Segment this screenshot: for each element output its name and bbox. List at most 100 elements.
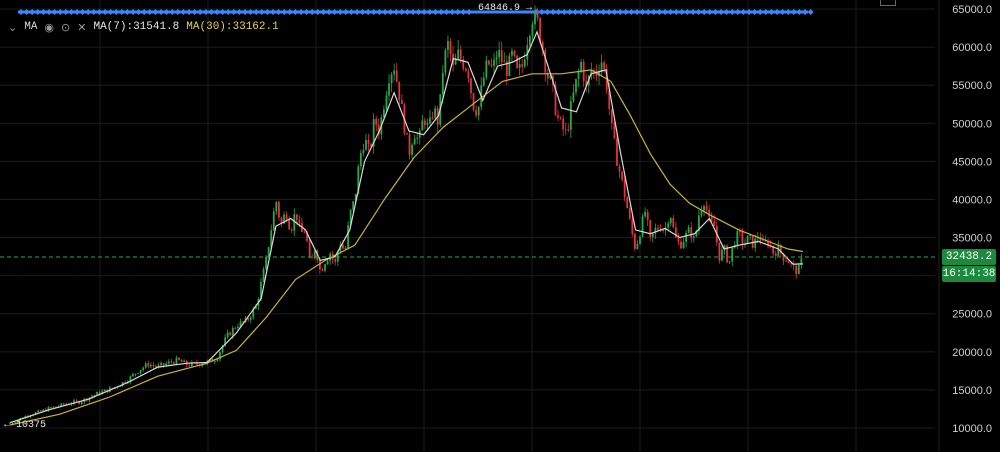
y-tick-label: 50000.0 <box>952 118 992 130</box>
candle-body <box>149 364 152 367</box>
candle-body <box>787 261 790 263</box>
candle-body <box>229 332 232 336</box>
candle-body <box>142 367 145 371</box>
indicator-legend: ⌄ MA ◉ ⊙ ✕ MA(7):31541.8 MA(30):33162.1 <box>8 19 279 35</box>
candle-body <box>444 50 447 73</box>
candle-body <box>170 361 173 363</box>
candle-body <box>367 139 370 145</box>
candle-body <box>365 139 367 150</box>
candle-body <box>311 257 314 259</box>
candle-body <box>265 256 267 269</box>
y-tick-label: 45000.0 <box>952 156 992 168</box>
candle-body <box>395 70 398 82</box>
toolbar-tab[interactable] <box>880 0 896 6</box>
candle-body <box>513 50 516 56</box>
candle-body <box>741 231 744 245</box>
candle-body <box>498 50 501 58</box>
candle-body <box>359 153 362 167</box>
candle-body <box>672 218 675 228</box>
candle-body <box>641 216 644 237</box>
candle-body <box>275 202 278 212</box>
candle-body <box>651 233 654 238</box>
candle-body <box>234 327 237 329</box>
candle-body <box>231 327 234 336</box>
candle-body <box>298 220 301 223</box>
candle-body <box>447 41 449 51</box>
candle-body <box>406 132 408 135</box>
candle-body <box>160 363 162 366</box>
candle-body <box>398 81 401 100</box>
candle-body <box>62 403 65 405</box>
settings-icon[interactable]: ⊙ <box>61 21 70 34</box>
current-price-badge: 32438.2 <box>942 249 996 266</box>
candle-body <box>459 49 462 60</box>
candle-body <box>139 370 142 374</box>
candle-body <box>495 57 498 60</box>
candle-body <box>677 237 680 242</box>
eye-icon[interactable]: ◉ <box>44 21 54 34</box>
candle-body <box>531 24 534 37</box>
candle-body <box>137 373 139 374</box>
candle-body <box>639 236 641 244</box>
candle-body <box>247 318 250 320</box>
candle-body <box>511 50 513 56</box>
close-icon[interactable]: ✕ <box>77 21 86 34</box>
candle-body <box>326 260 329 265</box>
candle-body <box>631 218 634 234</box>
candle-body <box>408 134 411 155</box>
candle-body <box>278 202 280 218</box>
candle-body <box>710 216 713 221</box>
candle-body <box>352 201 355 210</box>
candle-body <box>685 232 688 242</box>
candle-body <box>388 83 390 96</box>
candle-body <box>795 265 798 275</box>
candle-body <box>559 117 562 119</box>
candle-body <box>237 327 239 329</box>
price-chart[interactable]: 10000.015000.020000.025000.030000.035000… <box>0 0 1000 452</box>
candle-body <box>774 253 777 256</box>
candle-body <box>477 106 480 116</box>
candle-body <box>603 62 606 69</box>
candle-body <box>188 365 191 367</box>
candle-body <box>249 317 252 320</box>
candle-body <box>165 363 168 366</box>
candle-body <box>167 361 170 364</box>
candle-body <box>344 248 347 250</box>
candle-body <box>431 117 434 119</box>
candle-body <box>475 110 478 116</box>
candle-body <box>411 144 413 155</box>
candle-body <box>147 363 150 367</box>
y-tick-label: 20000.0 <box>952 347 992 359</box>
candle-body <box>173 362 175 364</box>
candle-body <box>503 61 506 63</box>
low-price-label: ← 10375 <box>4 420 47 431</box>
candle-body <box>441 72 444 95</box>
candle-body <box>416 137 419 139</box>
candle-body <box>213 360 216 362</box>
candle-body <box>580 61 583 72</box>
candle-body <box>132 374 134 377</box>
candle-body <box>736 231 739 245</box>
top-marker <box>807 9 814 15</box>
y-axis: 10000.015000.020000.025000.030000.035000… <box>938 0 992 452</box>
candle-body <box>646 211 649 221</box>
candle-body <box>600 62 603 72</box>
candle-body <box>628 208 631 219</box>
candle-body <box>705 206 708 210</box>
candle-body <box>362 149 365 154</box>
candlestick-series <box>9 5 803 425</box>
candle-body <box>623 179 626 198</box>
candle-body <box>39 410 42 412</box>
candle-body <box>649 220 652 238</box>
candle-body <box>662 230 664 231</box>
candle-body <box>144 363 147 368</box>
candle-body <box>669 218 672 224</box>
candle-body <box>80 401 83 404</box>
candle-body <box>385 95 388 110</box>
candle-body <box>290 229 293 231</box>
candle-body <box>644 211 647 217</box>
chevron-down-icon[interactable]: ⌄ <box>8 21 17 34</box>
candle-body <box>482 77 485 86</box>
candle-body <box>616 138 618 166</box>
candle-body <box>577 71 580 79</box>
